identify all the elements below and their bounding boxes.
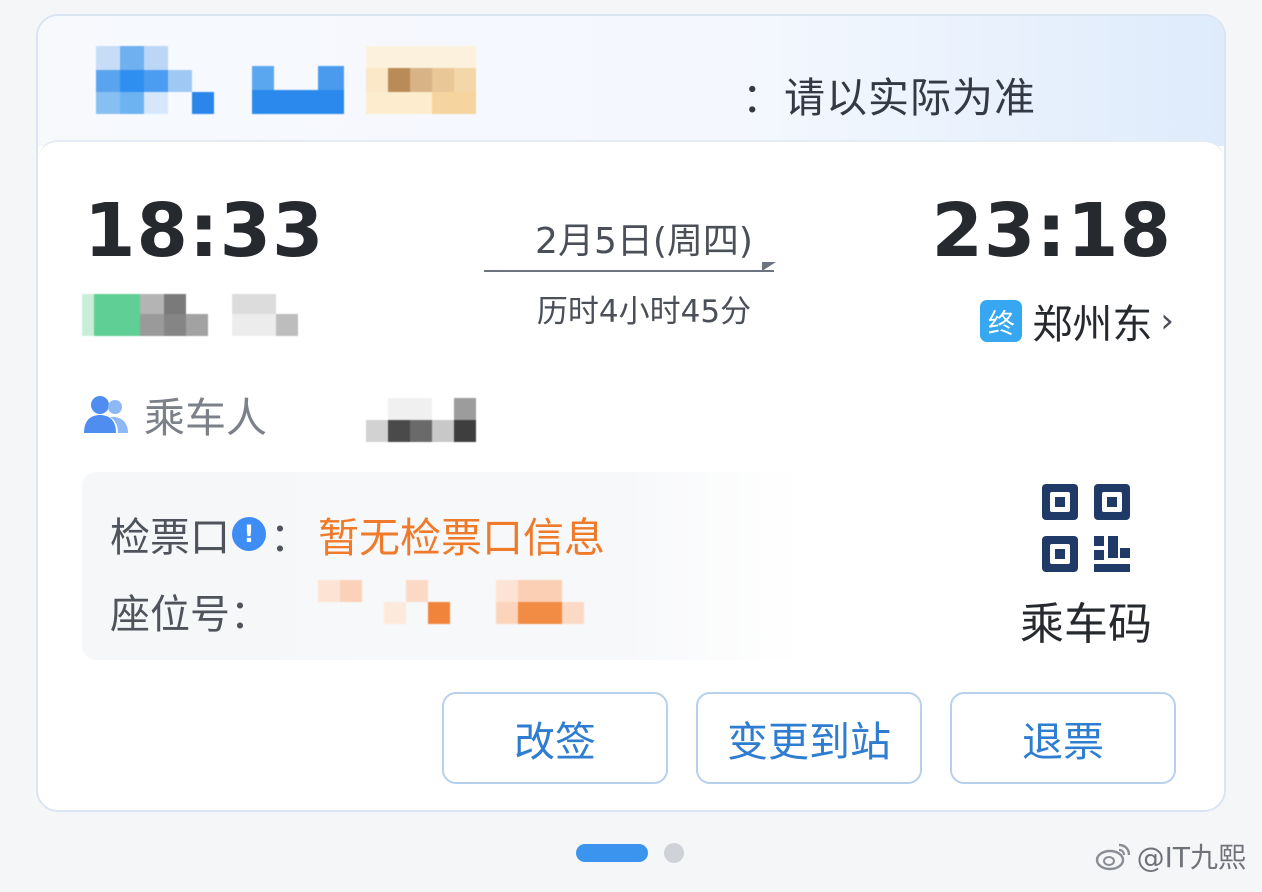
watermark-text: @IT九熙 [1136,841,1246,874]
pager-dot-active[interactable] [576,844,648,862]
depart-time: 18:33 [84,188,325,274]
boarding-code-label: 乘车码 [1020,599,1152,650]
weibo-logo-icon [1095,843,1130,871]
redacted-passenger-name [366,398,476,442]
ticket-info-box: 检票口 ! ： 暂无检票口信息 座位号： [82,472,802,660]
passengers-icon [84,396,128,433]
passenger-row: 乘车人 [82,384,267,444]
banner-notice: ： 请以实际为准 [742,64,1036,124]
notice-text: 请以实际为准 [784,74,1036,122]
ticket-body: 18:33 2月5日(周四) 历时4小时45分 23:18 终 郑州东 › 乘车… [38,140,1224,810]
checkin-gate-value: 暂无检票口信息 [318,514,605,562]
passenger-label: 乘车人 [144,394,267,442]
ticket-actions: 改签 变更到站 退票 [442,692,1176,784]
arrow-right-icon [762,262,776,271]
travel-duration: 历时4小时45分 [536,294,752,330]
arrive-time: 23:18 [931,188,1172,274]
checkin-row: 检票口 ! ： 暂无检票口信息 [110,504,605,564]
refund-button[interactable]: 退票 [950,692,1176,784]
route-arrow-line [484,270,774,272]
checkin-colon: ： [270,515,310,561]
redacted-seat-number [318,580,584,624]
end-station-link[interactable]: 终 郑州东 › [980,292,1174,350]
rebook-button[interactable]: 改签 [442,692,668,784]
redacted-depart-station [82,294,298,336]
redacted-train-badge [366,46,476,114]
ticket-card[interactable]: ： 请以实际为准 18:33 2月5日(周四) 历时4小时45分 23:18 终… [36,14,1226,812]
chevron-right-icon: › [1160,301,1174,341]
watermark: @IT九熙 [1095,836,1246,876]
seat-label: 座位号： [110,592,270,638]
redacted-train-type [252,66,344,114]
ticket-banner: ： 请以实际为准 [38,16,1224,146]
boarding-code-button[interactable]: 乘车码 [1006,482,1166,652]
pager-dot[interactable] [664,843,684,863]
qr-code-icon [1042,484,1130,572]
info-exclamation-icon[interactable]: ! [232,517,266,551]
notice-fragment: ： [741,74,784,122]
change-destination-button[interactable]: 变更到站 [696,692,922,784]
card-pager [576,843,684,863]
redacted-train-number [96,46,214,114]
end-station-name: 郑州东 [1032,302,1153,348]
travel-date: 2月5日(周四) [535,221,753,262]
checkin-label: 检票口 [110,515,230,561]
seat-row: 座位号： [110,582,270,640]
terminal-badge: 终 [980,300,1023,342]
